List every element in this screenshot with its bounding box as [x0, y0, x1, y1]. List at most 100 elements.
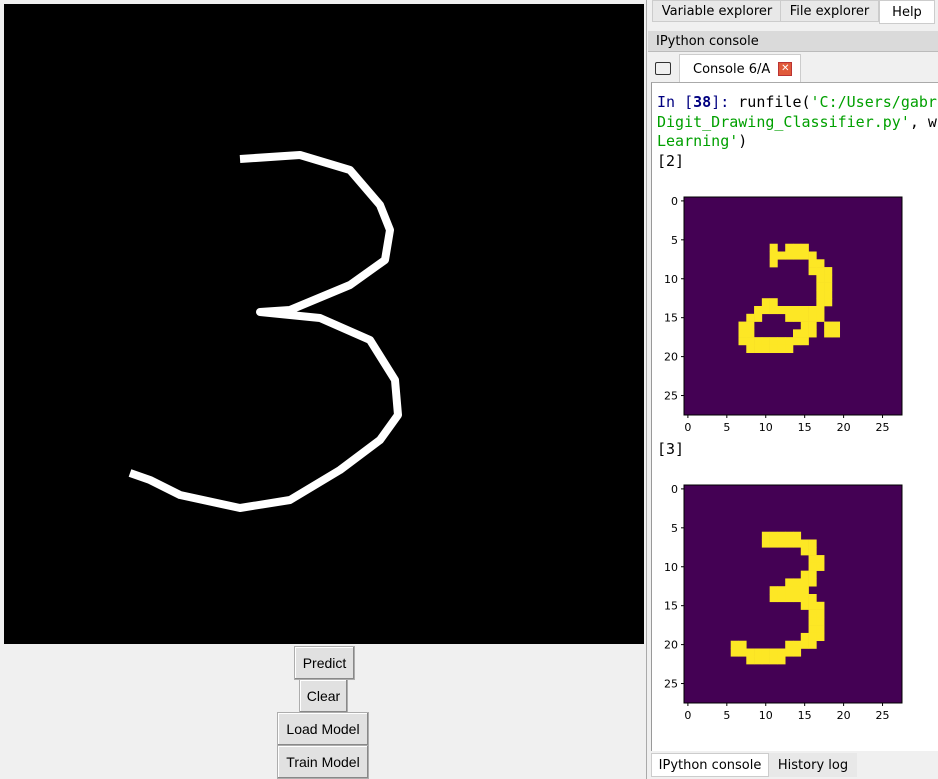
pixel	[754, 306, 763, 315]
pixel	[808, 632, 817, 642]
pixel	[816, 562, 825, 571]
pixel	[816, 267, 825, 276]
pixel	[793, 306, 802, 315]
pixel	[777, 251, 786, 260]
tab-console[interactable]: Console 6/A ✕	[679, 54, 801, 83]
pixel	[769, 656, 778, 665]
pixel	[777, 586, 786, 595]
pixel	[793, 586, 802, 595]
ipython-console[interactable]: In [38]: runfile('C:/Users/gabri Digit_D…	[651, 82, 938, 751]
pixel	[824, 290, 833, 299]
console-line: Digit_Drawing_Classifier.py', wo	[657, 112, 938, 131]
pixel	[793, 648, 802, 657]
pixel	[793, 243, 802, 252]
pixel	[769, 251, 778, 260]
pixel	[777, 306, 786, 315]
pixel	[793, 251, 802, 260]
console-line: In [38]: runfile('C:/Users/gabri	[657, 93, 938, 111]
pixel	[785, 344, 794, 354]
pixel	[754, 313, 763, 322]
load-model-button[interactable]: Load Model	[277, 712, 369, 746]
pixel	[808, 547, 817, 556]
pixel	[746, 321, 755, 330]
pixel	[785, 539, 794, 548]
pixel	[761, 656, 770, 665]
pixel	[793, 539, 802, 548]
x-tick-label: 15	[798, 709, 812, 721]
pixel	[769, 298, 778, 307]
y-tick-label: 15	[664, 312, 678, 325]
pixel	[808, 313, 817, 322]
console-output: [2]	[657, 151, 685, 170]
pixel	[769, 586, 778, 595]
pixel	[761, 648, 770, 657]
pixel	[816, 617, 825, 626]
y-tick-label: 10	[664, 273, 678, 286]
predict-button[interactable]: Predict	[294, 646, 355, 680]
pixel	[816, 282, 825, 291]
close-icon[interactable]: ✕	[778, 62, 793, 76]
pixel	[816, 601, 825, 610]
tab-file-explorer[interactable]: File explorer	[780, 0, 879, 22]
pixel	[769, 648, 778, 657]
pixel	[816, 555, 825, 564]
pixel	[793, 329, 802, 338]
x-tick-label: 10	[759, 421, 773, 433]
y-tick-label: 10	[664, 561, 678, 574]
pixel	[785, 337, 794, 346]
x-tick-label: 0	[684, 709, 691, 721]
pixel	[824, 282, 833, 291]
pixel	[824, 321, 833, 330]
tab-help[interactable]: Help	[879, 0, 935, 24]
pixel	[800, 547, 809, 556]
train-model-button[interactable]: Train Model	[277, 745, 369, 779]
pixel	[738, 640, 747, 649]
tab-variable-explorer[interactable]: Variable explorer	[652, 0, 782, 22]
pixel	[808, 609, 817, 618]
pixel	[816, 298, 825, 307]
tab-history-log[interactable]: History log	[769, 753, 857, 777]
drawing-canvas[interactable]	[4, 4, 644, 644]
pixel	[816, 625, 825, 634]
pixel	[824, 298, 833, 307]
pixel	[785, 594, 794, 603]
pixel	[769, 306, 778, 315]
pixel	[785, 640, 794, 649]
pixel	[761, 306, 770, 315]
y-tick-label: 0	[671, 483, 678, 496]
pixel	[800, 321, 809, 330]
pixel	[754, 344, 763, 354]
pixel	[785, 648, 794, 657]
pixel	[793, 313, 802, 322]
pixel	[800, 243, 809, 252]
pixel	[769, 337, 778, 346]
pixel	[785, 586, 794, 595]
pixel	[730, 640, 739, 649]
pixel	[738, 329, 747, 338]
pixel	[793, 640, 802, 649]
pixel	[769, 259, 778, 268]
pixel	[746, 313, 755, 322]
pane-title: IPython console	[648, 31, 938, 52]
clear-button[interactable]: Clear	[299, 679, 348, 713]
pixel	[800, 313, 809, 322]
folder-icon[interactable]	[655, 62, 671, 75]
pixel	[746, 344, 755, 354]
pixel	[824, 267, 833, 276]
console-line: Learning')	[657, 132, 748, 150]
pixel	[746, 329, 755, 338]
pixel	[761, 298, 770, 307]
pixel	[746, 656, 755, 665]
pixel	[746, 648, 755, 657]
y-tick-label: 20	[664, 639, 678, 652]
pixel	[785, 531, 794, 540]
digit-drawing-app: Predict Clear Load Model Train Model	[0, 0, 647, 779]
pixel	[808, 617, 817, 626]
pixel	[816, 259, 825, 268]
pixel	[800, 586, 809, 595]
pixel	[808, 251, 817, 260]
pixel	[816, 290, 825, 299]
tab-ipython-console[interactable]: IPython console	[651, 753, 769, 777]
pixel	[785, 578, 794, 587]
pixel	[738, 648, 747, 657]
